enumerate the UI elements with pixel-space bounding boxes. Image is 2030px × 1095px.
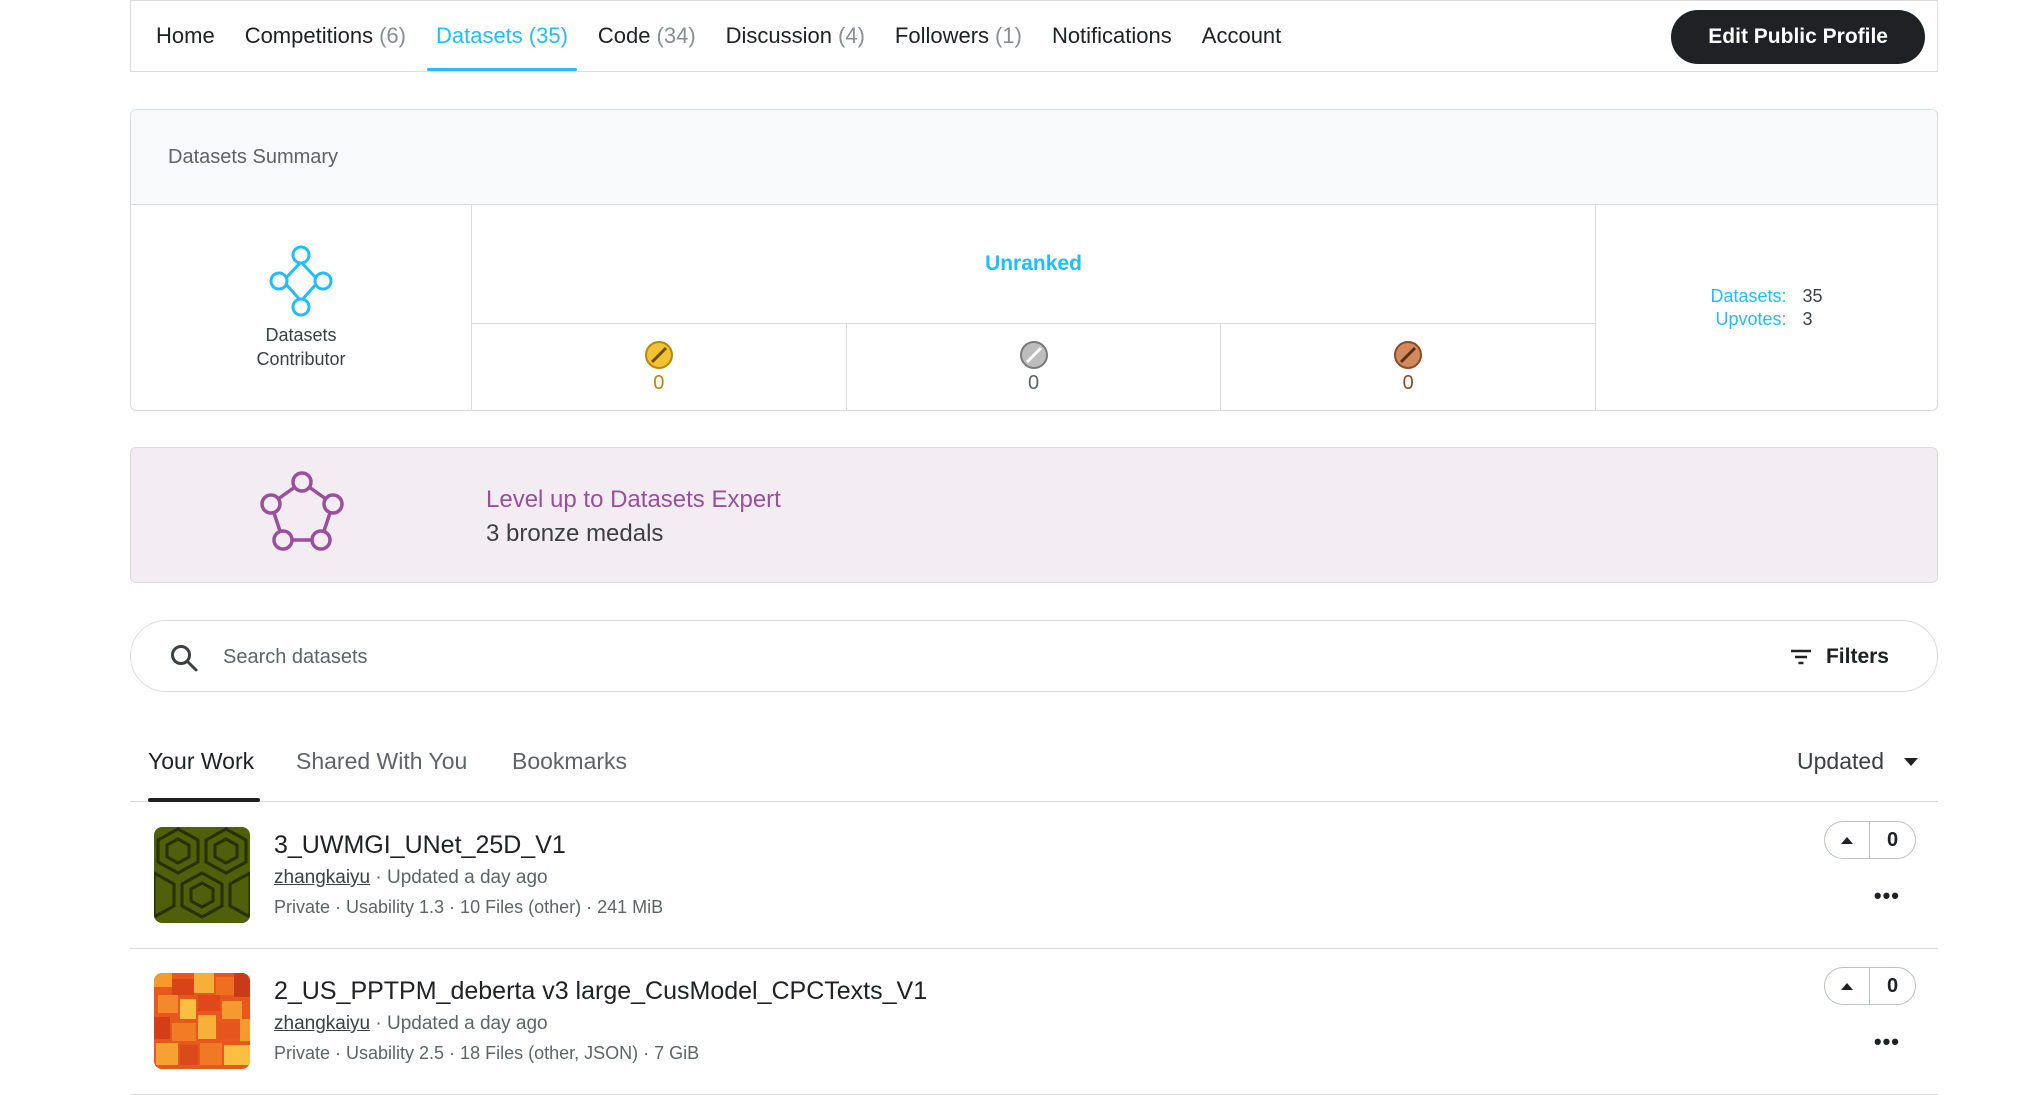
gold-medal-cell: 0 bbox=[472, 324, 847, 410]
tier-panel: Datasets Contributor bbox=[131, 205, 472, 410]
tab-label: Discussion bbox=[725, 23, 833, 48]
tab-label: Account bbox=[1201, 23, 1282, 48]
dataset-thumbnail bbox=[154, 973, 250, 1069]
stats-panel: Datasets: 35 Upvotes: 3 bbox=[1596, 205, 1937, 410]
tab-label: Code bbox=[597, 23, 651, 48]
silver-medal-cell: 0 bbox=[847, 324, 1222, 410]
gold-medal-icon bbox=[644, 341, 673, 369]
tab-home[interactable]: Home bbox=[141, 1, 230, 71]
tab-datasets[interactable]: Datasets (35) bbox=[421, 1, 583, 71]
tab-count: (4) bbox=[838, 23, 865, 48]
stats-grid: Datasets: 35 Upvotes: 3 bbox=[1710, 286, 1822, 330]
upvote-arrow-icon bbox=[1841, 836, 1853, 844]
tab-followers[interactable]: Followers (1) bbox=[880, 1, 1037, 71]
more-options-icon[interactable]: ••• bbox=[1874, 883, 1900, 909]
search-input[interactable] bbox=[223, 639, 1623, 675]
tab-notifications[interactable]: Notifications bbox=[1037, 1, 1187, 71]
datasets-stat-value: 35 bbox=[1802, 286, 1823, 306]
silver-medal-count: 0 bbox=[1027, 372, 1040, 394]
updated-text: · Updated a day ago bbox=[370, 867, 548, 888]
dataset-list-item[interactable]: 2_US_PPTPM_deberta v3 large_CusModel_CPC… bbox=[130, 949, 1938, 1095]
tier-label-line2: Contributor bbox=[256, 349, 346, 369]
tab-count: (35) bbox=[528, 23, 568, 48]
tab-account[interactable]: Account bbox=[1187, 1, 1297, 71]
upvote-button[interactable] bbox=[1825, 968, 1870, 1004]
tab-code[interactable]: Code (34) bbox=[583, 1, 711, 71]
bronze-medal-icon bbox=[1394, 341, 1423, 369]
upvote-count: 0 bbox=[1886, 974, 1899, 997]
datasets-summary-card: Datasets Summary Datasets Contributor Un… bbox=[130, 109, 1938, 411]
rank-status[interactable]: Unranked bbox=[472, 205, 1595, 324]
dataset-meta: zhangkaiyu · Updated a day ago bbox=[274, 1013, 548, 1035]
levelup-subtitle: 3 bronze medals bbox=[486, 520, 664, 547]
upvote-control: 0 bbox=[1824, 821, 1916, 859]
tab-shared-with-you[interactable]: Shared With You bbox=[296, 748, 467, 775]
upvote-count: 0 bbox=[1886, 828, 1899, 851]
tab-count: (6) bbox=[379, 23, 406, 48]
upvote-control: 0 bbox=[1824, 967, 1916, 1005]
more-options-icon[interactable]: ••• bbox=[1874, 1029, 1900, 1055]
profile-tabs: Home Competitions (6) Datasets (35) Code (3… bbox=[131, 1, 1296, 71]
dataset-thumbnail bbox=[154, 827, 250, 923]
upvotes-stat-value: 3 bbox=[1802, 309, 1813, 329]
levelup-banner: Level up to Datasets Expert 3 bronze med… bbox=[130, 447, 1938, 583]
work-tabs: Your Work Shared With You Bookmarks Upda… bbox=[130, 740, 1938, 802]
tab-count: (1) bbox=[995, 23, 1022, 48]
tab-label: Notifications bbox=[1051, 23, 1172, 48]
upvote-button[interactable] bbox=[1825, 822, 1870, 858]
bronze-medal-cell: 0 bbox=[1221, 324, 1595, 410]
tab-competitions[interactable]: Competitions (6) bbox=[230, 1, 421, 71]
edit-public-profile-button[interactable]: Edit Public Profile bbox=[1671, 10, 1925, 64]
tab-label: Competitions bbox=[244, 23, 374, 48]
bronze-medal-count: 0 bbox=[1402, 372, 1414, 394]
updated-text: · Updated a day ago bbox=[370, 1013, 548, 1034]
summary-body: Datasets Contributor Unranked 0 0 0 Data… bbox=[131, 205, 1937, 410]
datasets-stat-label: Datasets: bbox=[1710, 286, 1787, 306]
tab-count: (34) bbox=[656, 23, 696, 48]
active-tab-indicator bbox=[148, 798, 260, 802]
dataset-info: Private · Usability 2.5 · 18 Files (othe… bbox=[274, 1043, 700, 1063]
datasets-expert-icon bbox=[260, 471, 344, 551]
datasets-contributor-icon bbox=[269, 245, 333, 317]
rank-panel: Unranked 0 0 0 bbox=[472, 205, 1596, 410]
summary-heading: Datasets Summary bbox=[131, 110, 1937, 205]
owner-link[interactable]: zhangkaiyu bbox=[274, 1013, 370, 1034]
tab-your-work[interactable]: Your Work bbox=[148, 748, 254, 775]
filters-button[interactable]: Filters bbox=[1790, 639, 1889, 675]
dataset-search-bar: Filters bbox=[130, 620, 1938, 692]
profile-nav: Home Competitions (6) Datasets (35) Code (3… bbox=[130, 0, 1938, 72]
filters-label: Filters bbox=[1825, 645, 1889, 668]
tier-label-line1: Datasets bbox=[265, 325, 337, 345]
gold-medal-count: 0 bbox=[653, 372, 665, 394]
dataset-meta: zhangkaiyu · Updated a day ago bbox=[274, 867, 548, 889]
upvote-arrow-icon bbox=[1841, 982, 1853, 990]
tab-discussion[interactable]: Discussion (4) bbox=[711, 1, 880, 71]
dataset-title[interactable]: 3_UWMGI_UNet_25D_V1 bbox=[274, 831, 566, 860]
sort-label: Updated bbox=[1797, 748, 1884, 774]
tab-label: Followers bbox=[894, 23, 990, 48]
tab-bookmarks[interactable]: Bookmarks bbox=[512, 748, 627, 775]
upvotes-stat-label: Upvotes: bbox=[1715, 309, 1787, 329]
filter-icon bbox=[1790, 649, 1811, 665]
search-icon[interactable] bbox=[169, 643, 199, 673]
levelup-title: Level up to Datasets Expert bbox=[486, 486, 781, 513]
sort-dropdown[interactable]: Updated bbox=[1797, 748, 1918, 775]
chevron-down-icon bbox=[1904, 757, 1918, 766]
dataset-info: Private · Usability 1.3 · 10 Files (othe… bbox=[274, 897, 664, 917]
dataset-list-item[interactable]: 3_UWMGI_UNet_25D_V1 zhangkaiyu · Updated… bbox=[130, 803, 1938, 949]
silver-medal-icon bbox=[1019, 341, 1048, 369]
tab-label: Datasets bbox=[435, 23, 523, 48]
owner-link[interactable]: zhangkaiyu bbox=[274, 867, 370, 888]
dataset-title[interactable]: 2_US_PPTPM_deberta v3 large_CusModel_CPC… bbox=[274, 977, 927, 1006]
medal-counts: 0 0 0 bbox=[472, 324, 1595, 410]
tab-label: Home bbox=[156, 23, 215, 48]
tier-label: Datasets Contributor bbox=[256, 323, 345, 371]
